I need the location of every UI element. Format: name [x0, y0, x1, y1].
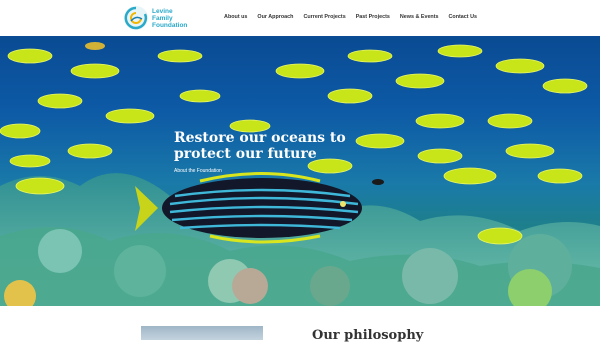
nav-item-past-projects[interactable]: Past Projects — [356, 14, 390, 20]
site-logo[interactable]: Levine Family Foundation — [123, 5, 193, 31]
nav-item-about-us[interactable]: About us — [224, 14, 247, 20]
main-nav: About us Our Approach Current Projects P… — [224, 14, 477, 20]
hero-title: Restore our oceans to protect our future — [174, 130, 346, 162]
wave-logo-icon — [124, 6, 148, 30]
hero-banner: Restore our oceans to protect our future… — [0, 36, 600, 306]
logo-text: Levine Family Foundation — [152, 8, 192, 29]
logo-line-2: Family — [152, 15, 173, 22]
nav-item-news-events[interactable]: News & Events — [400, 14, 439, 20]
philosophy-heading: Our philosophy — [312, 328, 424, 343]
nav-item-current-projects[interactable]: Current Projects — [303, 14, 345, 20]
logo-line-1: Levine — [152, 8, 173, 15]
site-header: Levine Family Foundation About us Our Ap… — [0, 0, 600, 36]
logo-line-3: Foundation — [152, 22, 188, 29]
nav-item-our-approach[interactable]: Our Approach — [257, 14, 293, 20]
about-foundation-link[interactable]: About the Foundation — [174, 168, 222, 174]
philosophy-section: Our philosophy — [0, 306, 600, 343]
nav-item-contact-us[interactable]: Contact Us — [449, 14, 477, 20]
underwater-reef-image — [0, 42, 600, 306]
